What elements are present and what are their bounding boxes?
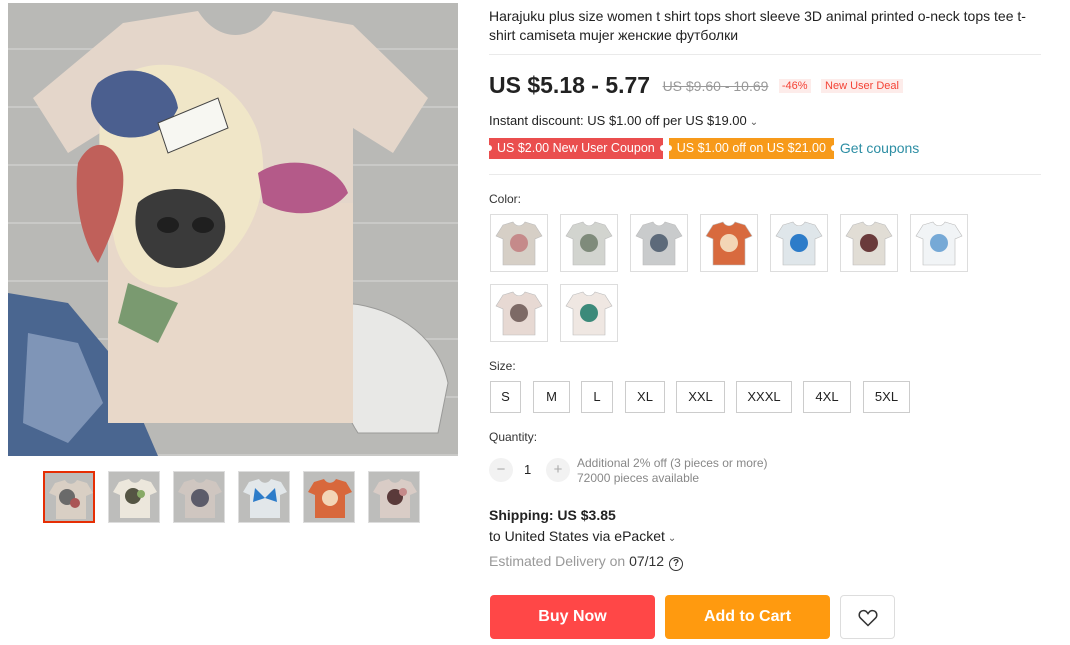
quantity-minus-button[interactable]: − [489,458,513,482]
divider [489,54,1041,55]
tee-icon [49,480,93,519]
color-option-cat-pink[interactable] [490,284,548,342]
tshirt-illustration [8,11,449,456]
add-to-cart-button[interactable]: Add to Cart [665,595,830,639]
store-coupon[interactable]: US $1.00 off on US $21.00 [665,138,838,159]
color-option-cow-pink[interactable] [490,214,548,272]
instant-discount-text: Instant discount: US $1.00 off per US $1… [489,113,747,128]
tee-icon [373,479,417,518]
chevron-down-icon: ⌄ [667,533,677,544]
tee-icon [565,291,613,336]
new-user-deal-badge: New User Deal [821,78,903,93]
thumbnail-cow-print[interactable] [43,471,95,523]
thumbnail-cow-pink[interactable] [368,471,420,523]
thumbnail-cow-white[interactable] [108,471,160,523]
color-option-butterfly-pink[interactable] [560,284,618,342]
color-option-cow-floral[interactable] [840,214,898,272]
tee-icon [308,479,352,518]
size-option-xxl[interactable]: XXL [676,381,725,413]
question-icon[interactable]: ? [669,557,684,571]
color-option-corgi[interactable] [700,214,758,272]
tee-icon [243,479,287,518]
current-price: US $5.18 - 5.77 [489,72,651,98]
tee-icon [565,221,613,266]
shipping-destination-text: to United States via ePacket [489,528,665,544]
tee-icon [178,479,222,518]
size-label: Size: [489,359,516,373]
estimated-delivery: Estimated Delivery on 07/12? [489,553,684,571]
estimated-delivery-label: Estimated Delivery on [489,553,626,569]
quantity-label: Quantity: [489,430,538,444]
discount-badge: -46% [778,78,811,93]
color-option-cow-grey[interactable] [560,214,618,272]
color-label: Color: [489,192,522,206]
size-option-m[interactable]: M [533,381,570,413]
color-option-butterfly-white[interactable] [910,214,968,272]
chevron-down-icon: ⌄ [749,117,759,128]
shipping-cost: Shipping: US $3.85 [489,507,616,523]
tee-icon [113,479,157,518]
quantity-info: Additional 2% off (3 pieces or more) 720… [577,456,768,486]
product-title: Harajuku plus size women t shirt tops sh… [489,8,1026,43]
new-user-coupon[interactable]: US $2.00 New User Coupon [486,138,666,159]
heart-icon [858,609,878,627]
original-price: US $9.60 - 10.69 [662,77,769,94]
price-row: US $5.18 - 5.77 US $9.60 - 10.69 -46% Ne… [489,72,903,102]
thumbnail-butterfly[interactable] [238,471,290,523]
buy-now-button[interactable]: Buy Now [490,595,655,639]
stock-available: 72000 pieces available [577,471,700,485]
size-option-s[interactable]: S [490,381,521,413]
divider [489,174,1041,175]
tee-icon [705,221,753,266]
tee-icon [915,221,963,266]
instant-discount[interactable]: Instant discount: US $1.00 off per US $1… [489,113,758,128]
tee-icon [495,291,543,336]
quantity-plus-button[interactable]: + [546,458,570,482]
thumbnail-cow-grey[interactable] [173,471,225,523]
size-option-l[interactable]: L [581,381,613,413]
size-option-xl[interactable]: XL [625,381,665,413]
size-option-xxxl[interactable]: XXXL [736,381,792,413]
bulk-discount-note: Additional 2% off (3 pieces or more) [577,456,768,470]
thumbnail-corgi[interactable] [303,471,355,523]
get-coupons-link[interactable]: Get coupons [840,138,919,159]
quantity-value[interactable]: 1 [524,462,531,477]
estimated-delivery-date: 07/12 [629,553,665,569]
tee-icon [845,221,893,266]
shipping-destination[interactable]: to United States via ePacket ⌄ [489,528,676,544]
coupon-row: US $2.00 New User Coupon US $1.00 off on … [486,138,919,159]
size-option-5xl[interactable]: 5XL [863,381,910,413]
tee-icon [495,221,543,266]
color-option-cow-dark[interactable] [630,214,688,272]
tee-icon [635,221,683,266]
main-product-image[interactable] [8,3,458,456]
wishlist-button[interactable] [840,595,895,639]
tee-icon [775,221,823,266]
size-option-4xl[interactable]: 4XL [803,381,851,413]
color-option-butterfly-blue[interactable] [770,214,828,272]
